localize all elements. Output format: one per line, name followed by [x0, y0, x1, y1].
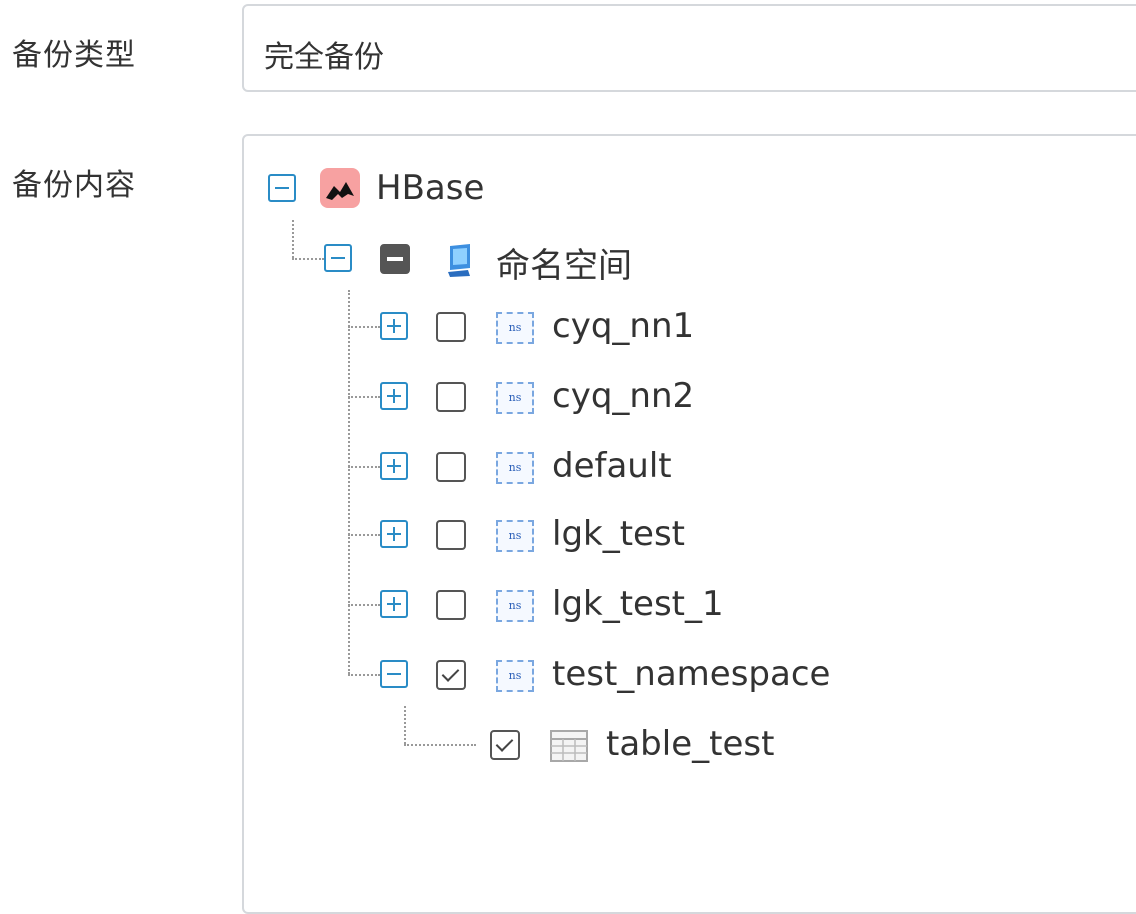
tree-connector	[292, 258, 324, 260]
backup-type-value: 完全备份	[264, 40, 384, 75]
ns-icon: ns	[496, 590, 534, 622]
backup-type-select[interactable]: 完全备份	[242, 4, 1136, 92]
checkbox[interactable]	[436, 590, 466, 620]
tree-node-label: 命名空间	[496, 246, 632, 286]
ns-icon: ns	[496, 452, 534, 484]
tree-connector	[348, 396, 380, 398]
tree-node-namespace[interactable]: ns default	[380, 446, 880, 490]
hbase-icon	[320, 168, 360, 208]
tree-node-namespace[interactable]: ns lgk_test_1	[380, 584, 880, 628]
expand-icon[interactable]	[380, 520, 408, 548]
tree-node-table[interactable]: table_test	[490, 724, 990, 768]
collapse-icon[interactable]	[380, 660, 408, 688]
tree-node-namespace-group[interactable]: 命名空间	[324, 238, 824, 286]
tree-connector	[348, 290, 350, 674]
tree-node-label: test_namespace	[552, 654, 831, 694]
tree-node-namespace[interactable]: ns lgk_test	[380, 514, 880, 558]
tree-connector	[292, 220, 294, 258]
table-icon	[550, 730, 588, 762]
tree-node-label: lgk_test	[552, 514, 686, 554]
tree-node-label: HBase	[376, 168, 485, 208]
expand-icon[interactable]	[380, 590, 408, 618]
tree-connector	[404, 744, 476, 746]
ns-icon: ns	[496, 520, 534, 552]
tree-connector	[348, 604, 380, 606]
tree-node-hbase[interactable]: HBase	[268, 168, 668, 212]
tree-node-namespace[interactable]: ns test_namespace	[380, 654, 980, 698]
ns-icon: ns	[496, 382, 534, 414]
tree-node-namespace[interactable]: ns cyq_nn2	[380, 376, 880, 420]
tree-node-label: cyq_nn2	[552, 376, 695, 416]
backup-content-label: 备份内容	[12, 168, 136, 203]
tree-connector	[348, 326, 380, 328]
checkbox[interactable]	[436, 382, 466, 412]
expand-icon[interactable]	[380, 452, 408, 480]
namespace-icon	[444, 242, 476, 278]
tree-node-label: cyq_nn1	[552, 306, 695, 346]
tree-node-label: lgk_test_1	[552, 584, 724, 624]
checkbox[interactable]	[436, 452, 466, 482]
backup-type-label: 备份类型	[12, 38, 136, 73]
checkbox[interactable]	[436, 312, 466, 342]
tree-node-namespace[interactable]: ns cyq_nn1	[380, 306, 880, 350]
expand-icon[interactable]	[380, 382, 408, 410]
checkbox[interactable]	[436, 520, 466, 550]
collapse-icon[interactable]	[324, 244, 352, 272]
backup-content-tree: HBase 命名空间 ns cyq_nn1 ns cyq_nn2 ns defa…	[242, 134, 1136, 914]
partial-checkbox[interactable]	[380, 244, 410, 274]
tree-connector	[348, 534, 380, 536]
tree-connector	[348, 466, 380, 468]
tree-connector	[348, 674, 380, 676]
tree-connector	[404, 706, 406, 744]
collapse-icon[interactable]	[268, 174, 296, 202]
checkbox-checked[interactable]	[490, 730, 520, 760]
tree-node-label: table_test	[606, 724, 775, 764]
checkbox-checked[interactable]	[436, 660, 466, 690]
ns-icon: ns	[496, 660, 534, 692]
ns-icon: ns	[496, 312, 534, 344]
tree-node-label: default	[552, 446, 672, 486]
expand-icon[interactable]	[380, 312, 408, 340]
